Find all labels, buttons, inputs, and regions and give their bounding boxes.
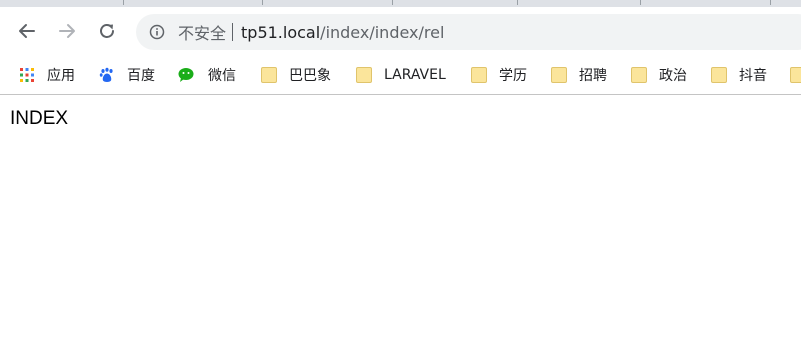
url-host: tp51.local [241, 22, 321, 42]
bookmark-folder-douyin[interactable]: 抖音 [711, 56, 767, 94]
security-label[interactable]: 不安全 [178, 20, 226, 44]
page-content: INDEX [0, 95, 801, 143]
folder-icon [631, 67, 647, 83]
bookmark-baidu[interactable]: 百度 [99, 56, 155, 94]
bookmarks-bar: 应用 百度 微信 巴巴象 LARAVEL 学历 招聘 政治 抖音 [0, 56, 801, 95]
bookmark-folder-zhengzhi[interactable]: 政治 [631, 56, 687, 94]
tab-separator [640, 0, 641, 5]
url-text[interactable]: tp51.local/index/index/rel [241, 23, 444, 42]
bookmark-apps[interactable]: 应用 [19, 56, 75, 94]
page-heading: INDEX [10, 108, 69, 129]
wechat-icon [178, 67, 198, 83]
folder-icon [356, 67, 372, 83]
tab-strip [0, 0, 801, 7]
tab-separator [770, 0, 771, 5]
forward-button[interactable] [55, 19, 79, 43]
tab-separator [517, 0, 518, 5]
folder-icon [261, 67, 277, 83]
back-arrow-icon [19, 24, 35, 38]
browser-toolbar: 不安全 tp51.local/index/index/rel [0, 7, 801, 56]
bookmark-label: 应用 [47, 68, 75, 84]
bookmark-wechat[interactable]: 微信 [178, 56, 236, 94]
info-icon[interactable] [149, 24, 165, 40]
bookmark-folder-xueli[interactable]: 学历 [471, 56, 527, 94]
bookmark-label: 学历 [499, 68, 527, 84]
bookmark-label: 巴巴象 [289, 68, 331, 84]
tab-separator [392, 0, 393, 5]
address-bar[interactable]: 不安全 tp51.local/index/index/rel [136, 14, 801, 50]
bookmark-label: 招聘 [579, 68, 607, 84]
back-button[interactable] [15, 19, 39, 43]
folder-icon [551, 67, 567, 83]
bookmark-folder-zhaopin[interactable]: 招聘 [551, 56, 607, 94]
forward-arrow-icon [59, 24, 75, 38]
bookmark-folder-overflow[interactable] [790, 56, 801, 94]
tab-separator [123, 0, 124, 5]
url-path: /index/index/rel [320, 22, 445, 42]
tab-separator [262, 0, 263, 5]
folder-icon [471, 67, 487, 83]
bookmark-label: LARAVEL [384, 67, 446, 83]
bookmark-folder-babaxiang[interactable]: 巴巴象 [261, 56, 331, 94]
bookmark-label: 抖音 [739, 68, 767, 84]
apps-grid-icon [19, 67, 35, 83]
bookmark-folder-laravel[interactable]: LARAVEL [356, 56, 446, 94]
reload-button[interactable] [95, 19, 119, 43]
bookmark-label: 政治 [659, 68, 687, 84]
bookmark-label: 微信 [208, 68, 236, 84]
folder-icon [790, 67, 801, 83]
reload-icon [100, 24, 114, 38]
baidu-paw-icon [99, 67, 115, 83]
folder-icon [711, 67, 727, 83]
bookmark-label: 百度 [127, 68, 155, 84]
omnibox-divider [232, 23, 234, 41]
